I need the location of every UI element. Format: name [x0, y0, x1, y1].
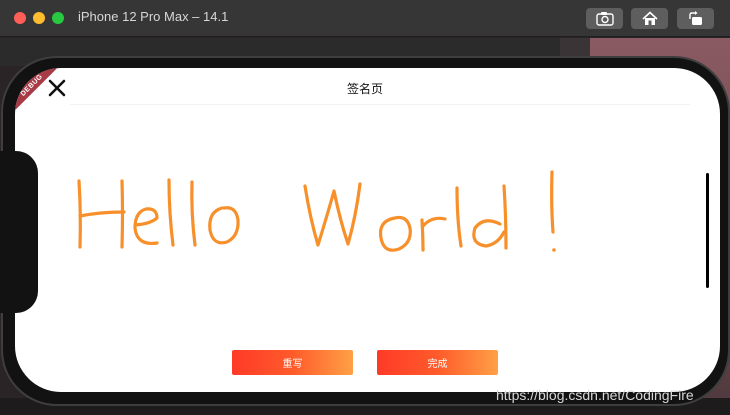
- rewrite-button[interactable]: 重写: [232, 350, 353, 375]
- header-divider: [70, 104, 690, 105]
- rotate-icon: [688, 11, 702, 25]
- home-button[interactable]: [631, 8, 668, 29]
- signature-canvas[interactable]: [40, 108, 700, 338]
- screenshot-button[interactable]: [586, 8, 623, 29]
- close-button[interactable]: [46, 77, 68, 99]
- device-notch: [0, 151, 38, 313]
- home-indicator: [706, 173, 709, 288]
- page-title: 签名页: [346, 82, 383, 96]
- screenshot-icon: [595, 12, 614, 26]
- simulator-window: iPhone 12 Pro Max – 14.1 DEBUG 签名页 重写 完成…: [0, 0, 730, 415]
- watermark-text: https://blog.csdn.net/CodingFire: [496, 387, 694, 403]
- rewrite-button-label: 重写: [282, 359, 303, 370]
- done-button[interactable]: 完成: [377, 350, 498, 375]
- window-minimize-button[interactable]: [33, 12, 45, 24]
- window-close-button[interactable]: [14, 12, 26, 24]
- signature-strokes: [77, 170, 556, 252]
- done-button-label: 完成: [427, 359, 448, 370]
- close-icon: [48, 79, 66, 97]
- window-title-bar: iPhone 12 Pro Max – 14.1: [0, 0, 730, 37]
- rotate-button[interactable]: [677, 8, 714, 29]
- window-title: iPhone 12 Pro Max – 14.1: [78, 9, 229, 24]
- home-icon: [641, 11, 658, 25]
- window-zoom-button[interactable]: [52, 12, 64, 24]
